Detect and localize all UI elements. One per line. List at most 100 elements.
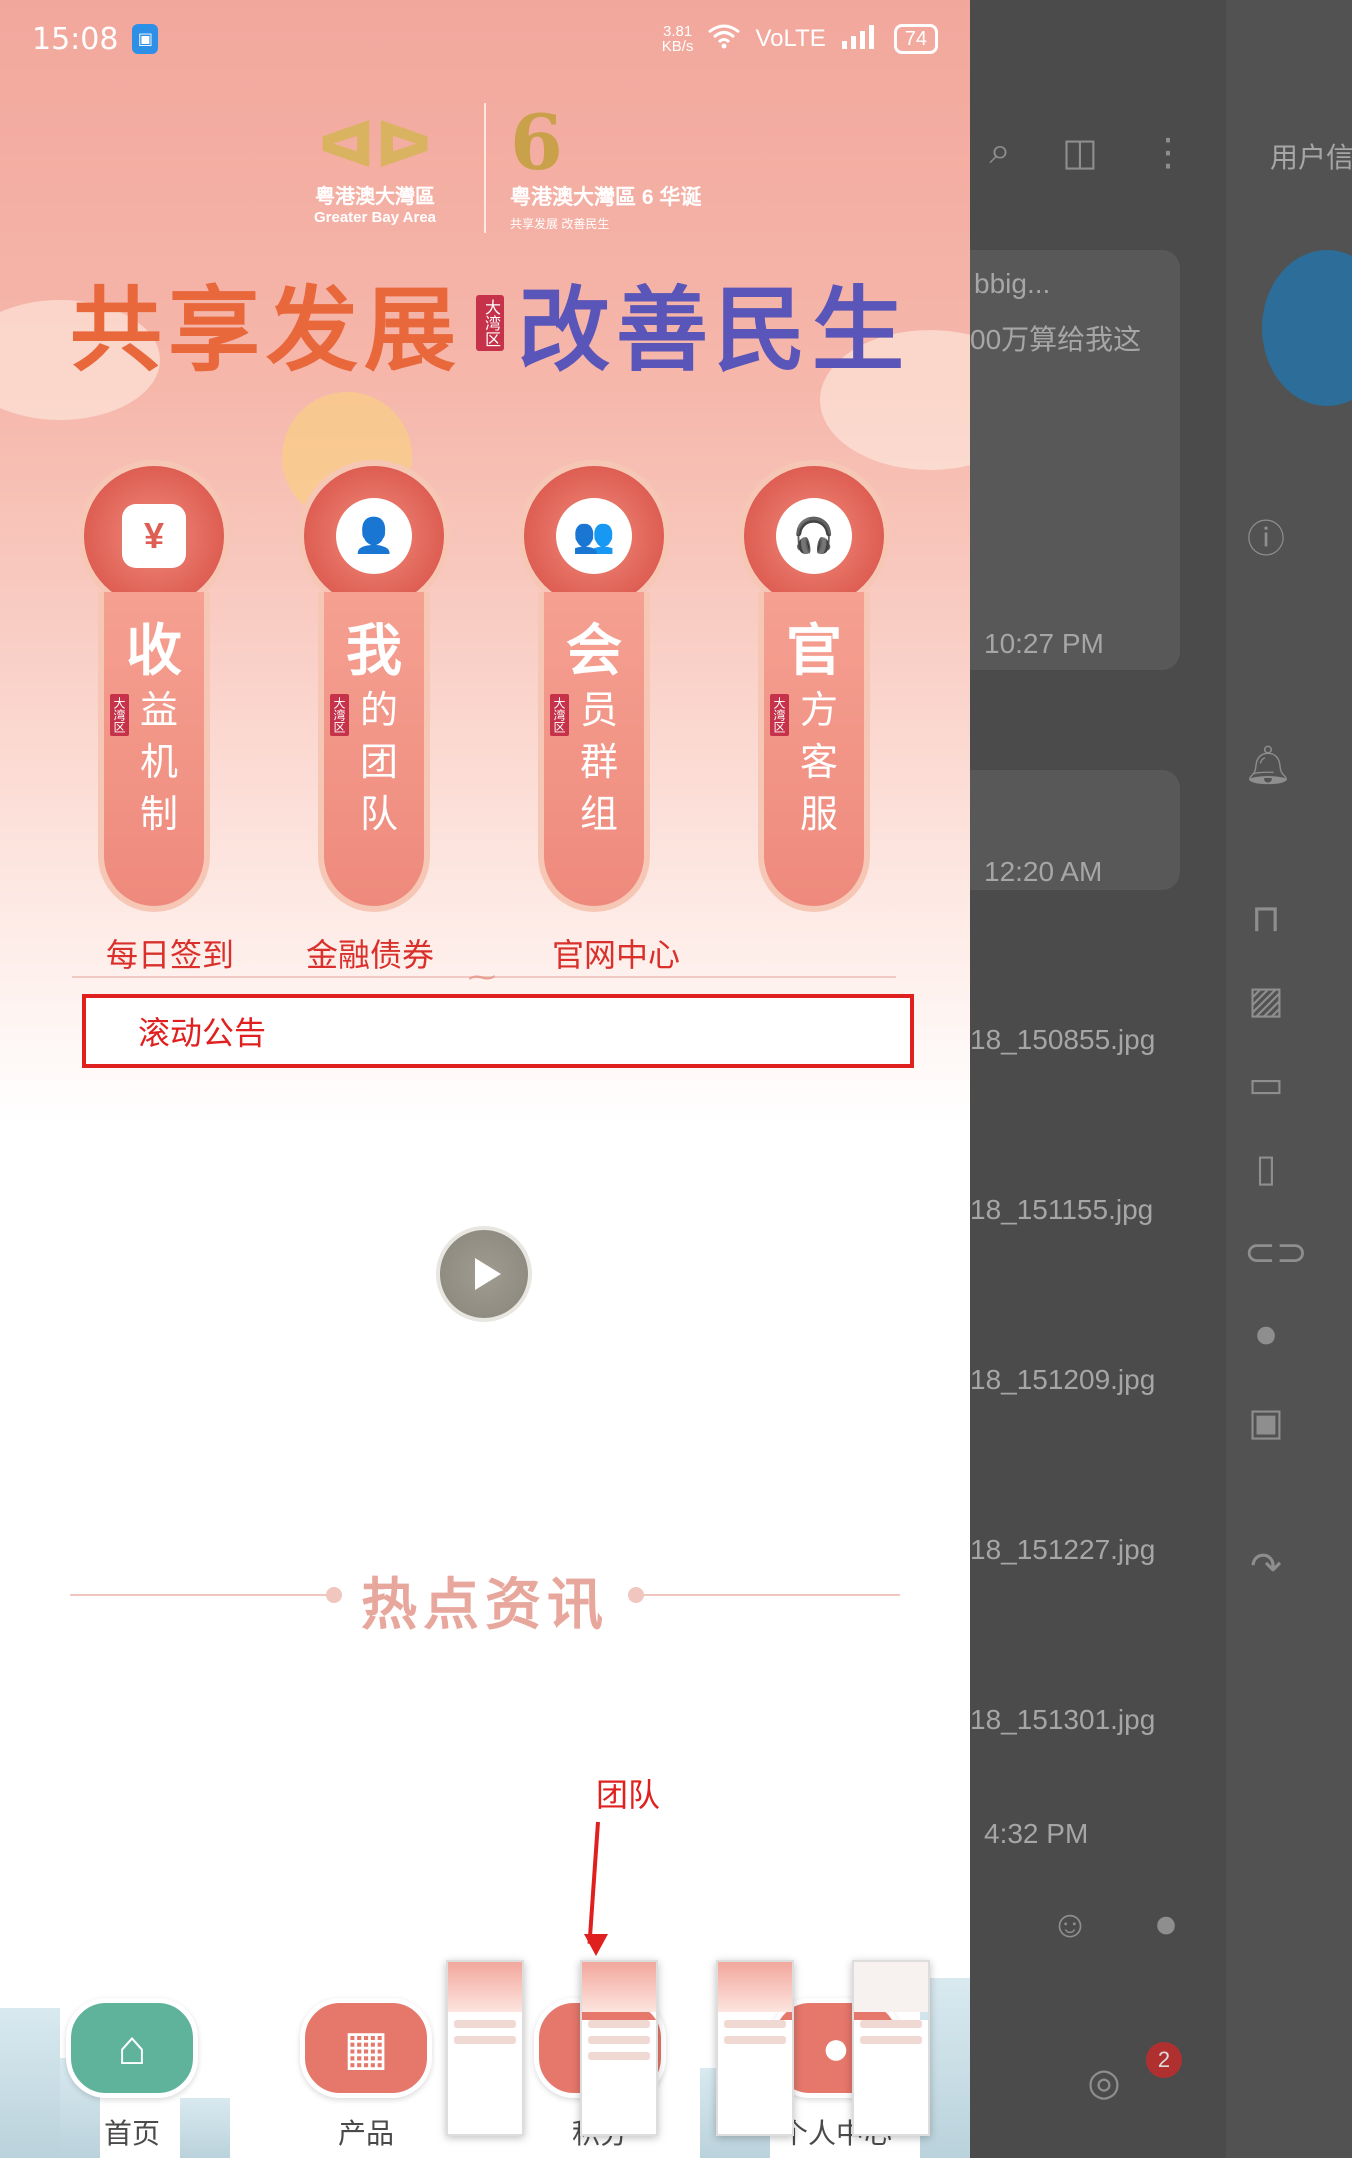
screenshot-thumbnail[interactable] bbox=[716, 1960, 794, 2136]
gba-mark-icon: ᐊᐅ bbox=[317, 109, 433, 181]
share-icon[interactable]: ↷ bbox=[1244, 1544, 1288, 1589]
tile-big-char: 收 bbox=[126, 618, 182, 684]
tile-small-text: 方客服 bbox=[799, 688, 838, 836]
daily-checkin-link[interactable]: 每日签到 bbox=[106, 930, 234, 976]
speed-unit: KB/s bbox=[661, 38, 694, 55]
annotation-label: 团队 bbox=[596, 1777, 661, 1813]
thumbnail-row bbox=[588, 2052, 650, 2060]
gif-icon[interactable]: ▣ bbox=[1244, 1400, 1288, 1445]
thumbnail-body bbox=[448, 2020, 522, 2134]
tab-products[interactable]: ▦ 产品 bbox=[286, 1988, 446, 2158]
financial-bonds-link[interactable]: 金融债券 bbox=[306, 930, 434, 976]
tile-small-text: 的团队 bbox=[359, 688, 398, 836]
link-icon[interactable]: ⊂⊃ bbox=[1244, 1230, 1308, 1275]
screenshot-thumbnail[interactable] bbox=[446, 1960, 524, 2136]
message-time: 10:27 PM bbox=[984, 628, 1104, 659]
grid-icon: ▦ bbox=[300, 1998, 432, 2098]
hot-news-header: 热点资讯 bbox=[70, 1560, 900, 1638]
thumbnail-row bbox=[724, 2036, 786, 2044]
speed-value: 3.81 bbox=[663, 23, 693, 40]
screenshot-thumbnail[interactable] bbox=[852, 1960, 930, 2136]
file-icon[interactable]: ▯ bbox=[1244, 1146, 1288, 1191]
gba-logo: ᐊᐅ 粤港澳大灣區 Greater Bay Area bbox=[290, 110, 460, 226]
tile-member-group[interactable]: 👥 会 大湾区 员群组 bbox=[504, 460, 684, 920]
background-chat-panel: ⌕ ◫ ⋮ 用户信 ✎ bbig... 00万算给我这 10:27 PM 12:… bbox=[970, 0, 1352, 2158]
emoji-icon[interactable]: ☺ bbox=[1048, 1904, 1092, 1947]
gba-logo-cn: 粤港澳大灣區 bbox=[315, 186, 435, 208]
tile-cap: 👤 bbox=[298, 460, 450, 612]
user-icon: 👤 bbox=[336, 498, 412, 574]
thumbnail-body bbox=[718, 2020, 792, 2134]
play-icon bbox=[475, 1258, 501, 1290]
tile-tag: 大湾区 bbox=[110, 694, 129, 736]
app-icon[interactable]: ◎ bbox=[1082, 2060, 1126, 2105]
annotation-arrow-head bbox=[584, 1934, 608, 1956]
tile-body: 会 大湾区 员群组 bbox=[538, 592, 650, 912]
headline-right: 改善民生 bbox=[518, 276, 911, 384]
network-speed: 3.81 KB/s bbox=[662, 24, 694, 54]
tile-big-char: 我 bbox=[346, 618, 402, 684]
tile-cap: 👥 bbox=[518, 460, 670, 612]
search-icon[interactable]: ⌕ bbox=[978, 130, 1022, 173]
file-name[interactable]: 18_151227.jpg bbox=[970, 1534, 1155, 1566]
info-icon[interactable]: ⓘ bbox=[1244, 508, 1288, 563]
mic-icon[interactable]: ⏺ bbox=[1144, 1904, 1188, 1947]
tab-home[interactable]: ⌂ 首页 bbox=[52, 1988, 212, 2158]
video-play-button[interactable] bbox=[436, 1226, 532, 1322]
status-bar: 15:08 ▣ 3.81 KB/s VoLTE 74 bbox=[0, 0, 970, 78]
tile-big-char: 官 bbox=[786, 618, 842, 684]
logo-divider bbox=[484, 103, 486, 233]
sim-icon: ▣ bbox=[132, 24, 159, 54]
video-icon[interactable]: ▭ bbox=[1244, 1062, 1288, 1107]
brand-logos: ᐊᐅ 粤港澳大灣區 Greater Bay Area 6 粤港澳大灣區 6 华诞… bbox=[290, 98, 710, 238]
microphone-icon[interactable]: ⏺ bbox=[1244, 1314, 1288, 1357]
headline-tag: 大湾区 bbox=[476, 294, 504, 351]
screenshot-thumbnail[interactable] bbox=[580, 1960, 658, 2136]
tilde-decoration: ⁓ bbox=[468, 961, 496, 992]
notification-badge: 2 bbox=[1146, 2042, 1182, 2078]
notice-label: 滚动公告 bbox=[138, 1015, 267, 1051]
more-vertical-icon[interactable]: ⋮ bbox=[1146, 130, 1190, 175]
split-view-icon[interactable]: ◫ bbox=[1058, 130, 1102, 175]
header-line-right bbox=[640, 1594, 900, 1596]
tab-label: 首页 bbox=[103, 2118, 160, 2149]
thumbnail-body bbox=[582, 2020, 656, 2134]
bell-icon[interactable]: 🔔︎ bbox=[1244, 744, 1292, 788]
tile-body: 官 大湾区 方客服 bbox=[758, 592, 870, 912]
thumbnail-header bbox=[582, 1962, 656, 2012]
thumbnail-header bbox=[718, 1962, 792, 2012]
headset-icon: 🎧 bbox=[776, 498, 852, 574]
bookmark-icon[interactable]: ⊓ bbox=[1244, 896, 1288, 941]
wifi-icon bbox=[707, 23, 741, 56]
file-name[interactable]: 18_151155.jpg bbox=[970, 1194, 1153, 1226]
annotation-arrow bbox=[587, 1821, 600, 1944]
file-name[interactable]: 18_151301.jpg bbox=[970, 1704, 1155, 1736]
message-time: 4:32 PM bbox=[984, 1818, 1089, 1849]
official-center-link[interactable]: 官网中心 bbox=[552, 930, 680, 976]
image-icon[interactable]: ▨ bbox=[1244, 978, 1288, 1023]
home-icon: ⌂ bbox=[66, 1998, 198, 2098]
side-header-text: 用户信 bbox=[1270, 142, 1352, 173]
message-preview: bbig... bbox=[974, 268, 1051, 299]
tile-my-team[interactable]: 👤 我 大湾区 的团队 bbox=[284, 460, 464, 920]
file-name[interactable]: 18_150855.jpg bbox=[970, 1024, 1155, 1056]
tile-cap: ¥ bbox=[78, 460, 230, 612]
hot-news-title: 热点资讯 bbox=[361, 1572, 609, 1638]
tile-tag: 大湾区 bbox=[550, 694, 569, 736]
tile-small-text: 益机制 bbox=[139, 688, 178, 836]
file-name[interactable]: 18_151209.jpg bbox=[970, 1364, 1155, 1396]
anniversary-logo: 6 粤港澳大灣區 6 华诞 共享发展 改善民生 bbox=[510, 97, 701, 232]
scrolling-notice[interactable]: 滚动公告 bbox=[82, 994, 914, 1068]
thumbnail-row bbox=[724, 2020, 786, 2028]
thumbnail-row bbox=[860, 2036, 922, 2044]
signal-icon bbox=[840, 23, 880, 56]
gba-logo-en: Greater Bay Area bbox=[313, 209, 436, 226]
tile-income[interactable]: ¥ 收 大湾区 益机制 bbox=[64, 460, 244, 920]
tile-customer-service[interactable]: 🎧 官 大湾区 方客服 bbox=[724, 460, 904, 920]
volte-label: VoLTE bbox=[755, 25, 826, 52]
tile-tag: 大湾区 bbox=[330, 694, 349, 736]
wallet-yen-icon: ¥ bbox=[122, 504, 186, 568]
headline-banner: 共享发展 大湾区 改善民生 bbox=[40, 256, 940, 389]
anniversary-subtitle: 共享发展 改善民生 bbox=[510, 216, 610, 231]
anniversary-number: 6 bbox=[510, 97, 563, 187]
